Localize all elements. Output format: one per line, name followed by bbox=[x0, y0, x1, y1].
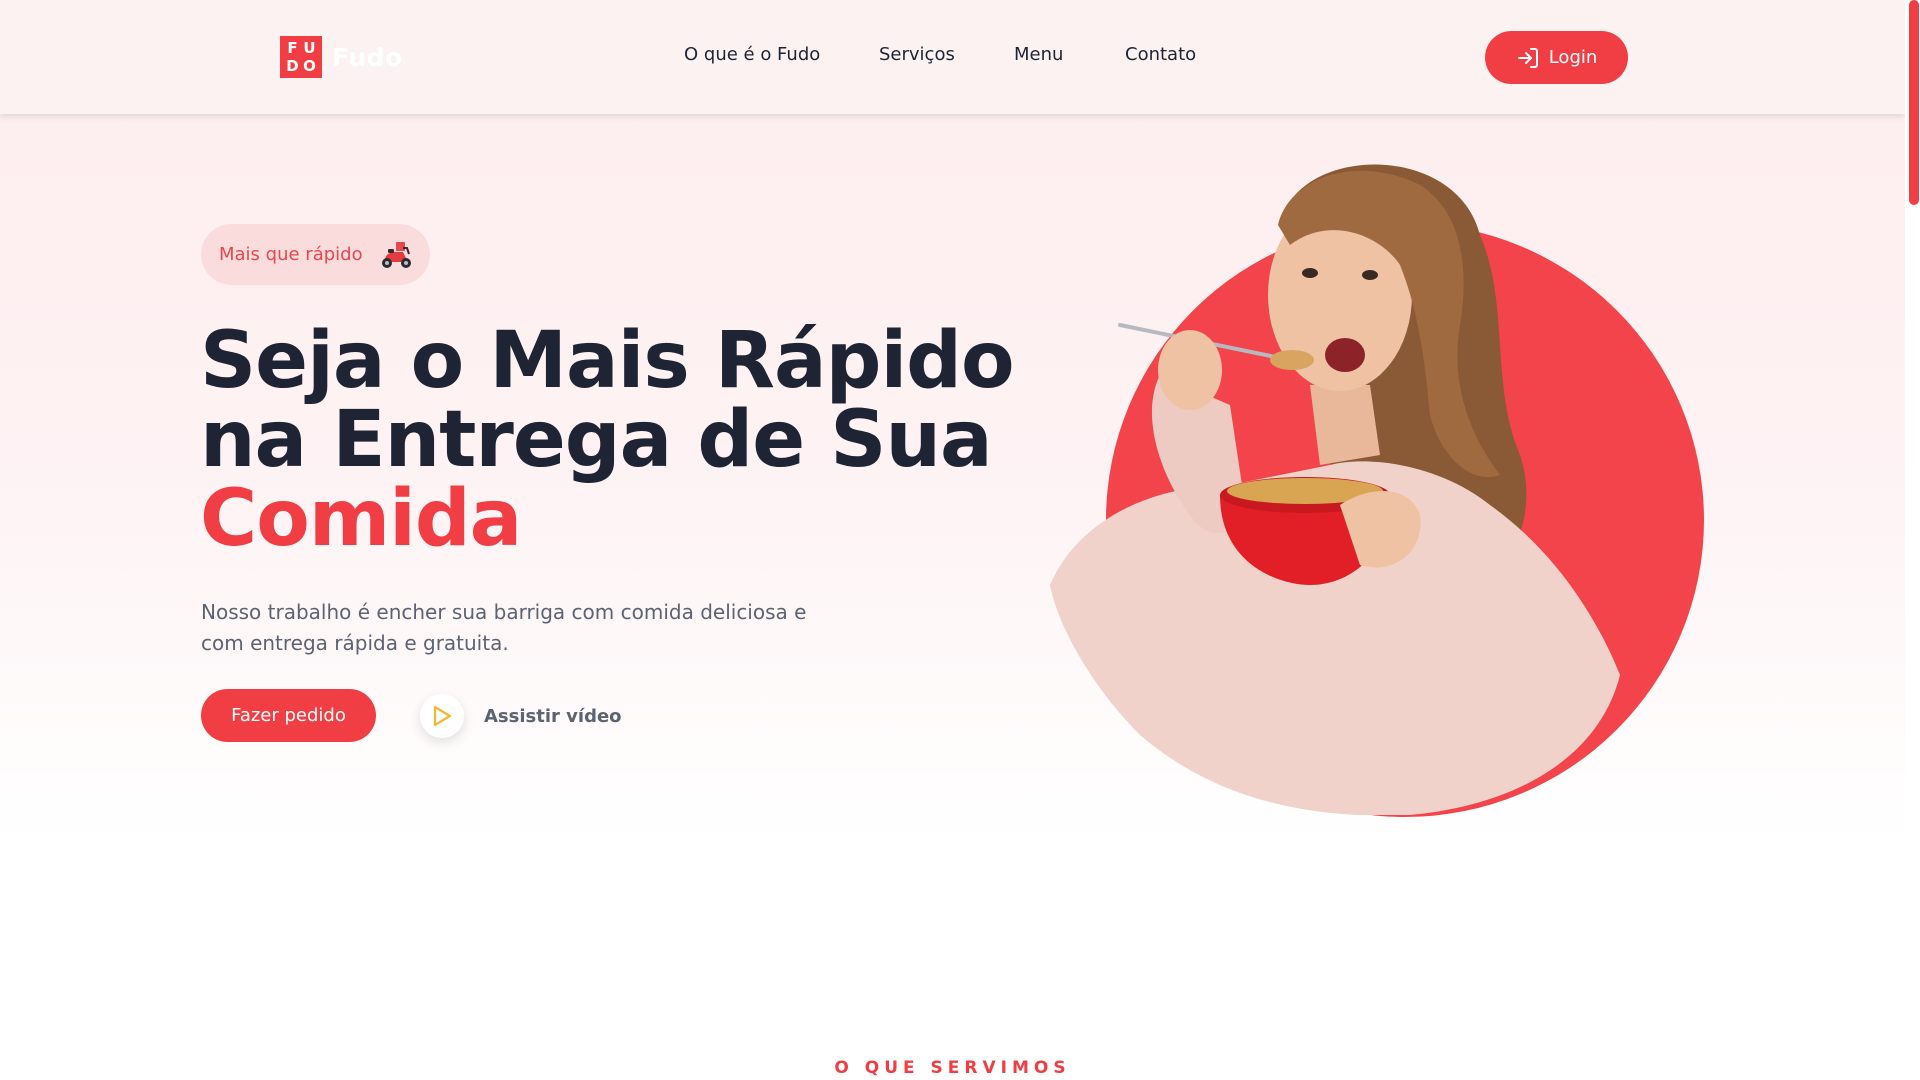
logo-letter: D bbox=[286, 57, 299, 75]
logo-text: Fudo bbox=[332, 42, 403, 72]
login-label: Login bbox=[1548, 47, 1598, 68]
site-header: F U D O Fudo O que é o Fudo Serviços Men… bbox=[0, 0, 1905, 114]
play-icon bbox=[433, 705, 452, 727]
page-scrollbar[interactable] bbox=[1905, 0, 1920, 1080]
hero-title-line: na Entrega de Sua bbox=[200, 395, 993, 485]
play-button[interactable] bbox=[420, 694, 464, 738]
login-arrow-icon bbox=[1517, 47, 1538, 68]
logo-mark: F U D O bbox=[280, 36, 322, 78]
badge-text: Mais que rápido bbox=[219, 244, 363, 265]
hero-description: Nosso trabalho é encher sua barriga com … bbox=[201, 600, 807, 655]
logo[interactable]: F U D O Fudo bbox=[280, 36, 403, 78]
hero-title: Seja o Mais Rápido na Entrega de Sua Com… bbox=[200, 316, 1015, 564]
woman-eating-cereal-illustration bbox=[1050, 164, 1620, 815]
watch-video-label: Assistir vídeo bbox=[484, 705, 622, 727]
services-section-label: O QUE SERVIMOS bbox=[834, 1058, 1071, 1078]
nav-link-contact[interactable]: Contato bbox=[1125, 44, 1196, 65]
order-button[interactable]: Fazer pedido bbox=[201, 689, 376, 742]
nav-link-menu[interactable]: Menu bbox=[1014, 44, 1063, 65]
logo-letter: U bbox=[303, 39, 316, 57]
login-button[interactable]: Login bbox=[1485, 31, 1628, 84]
logo-letter: F bbox=[287, 39, 298, 57]
logo-letter: O bbox=[303, 57, 316, 75]
page: F U D O Fudo O que é o Fudo Serviços Men… bbox=[0, 0, 1905, 1080]
scrollbar-thumb[interactable] bbox=[1909, 0, 1919, 205]
nav-link-about[interactable]: O que é o Fudo bbox=[684, 44, 820, 65]
watch-video-button[interactable]: Assistir vídeo bbox=[420, 694, 622, 738]
hero-title-accent: Comida bbox=[200, 474, 522, 564]
nav-link-services[interactable]: Serviços bbox=[879, 44, 955, 65]
hero-image bbox=[1040, 155, 1720, 817]
hero-title-line: Seja o Mais Rápido bbox=[200, 316, 1015, 406]
scooter-icon bbox=[381, 241, 411, 268]
hero-badge: Mais que rápido bbox=[201, 224, 430, 285]
